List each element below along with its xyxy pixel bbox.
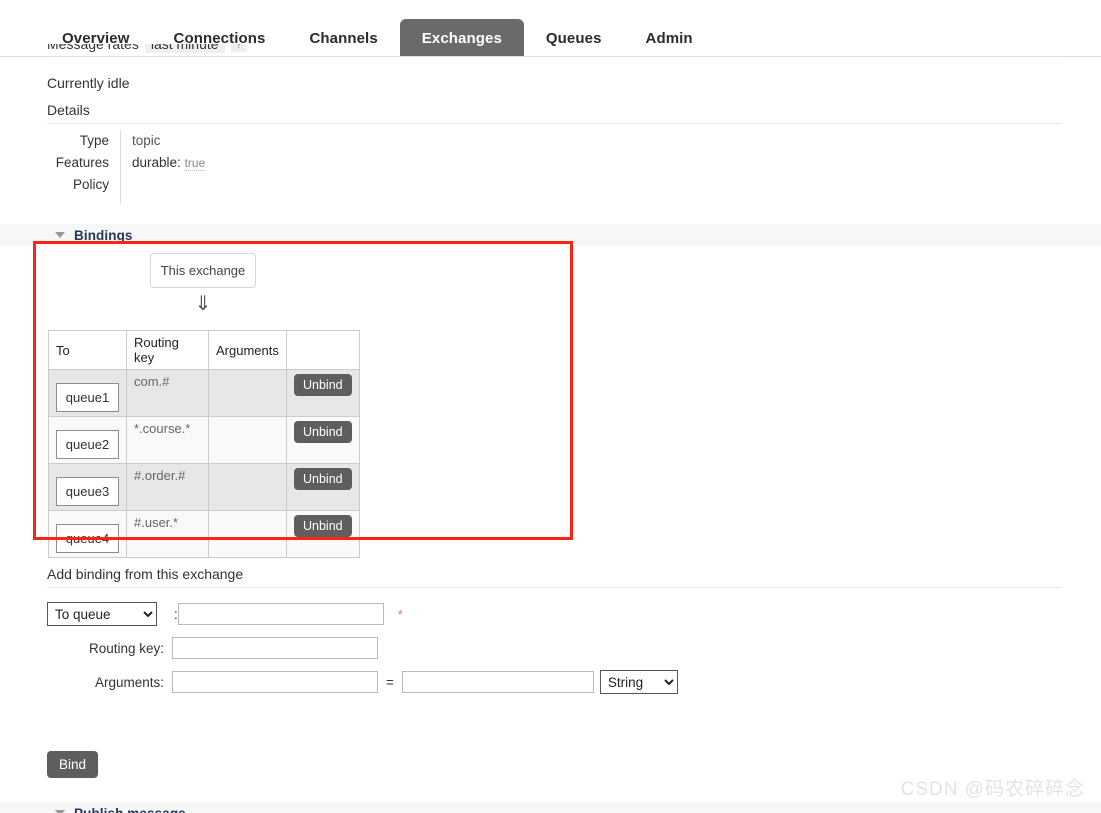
required-marker: * — [397, 606, 403, 622]
binding-action-cell: Unbind — [286, 416, 360, 464]
this-exchange-node[interactable]: This exchange — [150, 253, 256, 288]
detail-row-features: Features durable: true — [47, 152, 320, 174]
destination-input[interactable] — [177, 603, 384, 625]
table-row: queue4 #.user.* Unbind — [48, 510, 360, 558]
routing-key-input[interactable] — [172, 637, 378, 659]
detail-row-type: Type topic — [47, 130, 320, 152]
message-rates-period[interactable]: last minute — [144, 44, 225, 53]
table-row: queue2 *.course.* Unbind — [48, 416, 360, 464]
arguments-row: Arguments: = String — [47, 668, 678, 696]
table-row: queue3 #.order.# Unbind — [48, 463, 360, 511]
publish-message-section-title: Publish message — [74, 805, 186, 813]
rabbitmq-management-page: Overview Connections Channels Exchanges … — [0, 0, 1101, 813]
watermark: CSDN @码农碎碎念 — [900, 779, 1085, 800]
routing-key-row: Routing key: — [47, 634, 678, 662]
detail-row-policy: Policy — [47, 174, 320, 204]
table-row: queue1 com.# Unbind — [48, 369, 360, 417]
binding-to-cell: queue1 — [48, 369, 127, 417]
argument-value-input[interactable] — [401, 671, 594, 693]
destination-type-select[interactable]: To queue — [47, 602, 157, 626]
binding-action-cell: Unbind — [286, 463, 360, 511]
column-header-to: To — [48, 330, 127, 370]
feature-value-durable: true — [184, 156, 206, 171]
add-binding-form: To queue : * Routing key: Arguments: = S… — [47, 600, 678, 702]
binding-to-cell: queue3 — [48, 463, 127, 511]
details-table: Type topic Features durable: true Policy — [47, 130, 320, 204]
unbind-button[interactable]: Unbind — [294, 374, 352, 396]
flow-arrow-down-icon: ⇓ — [194, 293, 212, 315]
triangle-down-icon — [55, 232, 65, 238]
feature-name-durable: durable: — [132, 155, 181, 170]
binding-arguments-cell — [208, 510, 287, 558]
bindings-section-header[interactable]: Bindings — [0, 224, 1101, 246]
binding-action-cell: Unbind — [286, 510, 360, 558]
detail-key-policy: Policy — [72, 177, 109, 192]
queue-link-queue2[interactable]: queue2 — [56, 430, 119, 459]
publish-message-section-header[interactable]: Publish message — [0, 802, 1101, 813]
arguments-label: Arguments: — [94, 674, 164, 690]
unbind-button[interactable]: Unbind — [294, 515, 352, 537]
unbind-button[interactable]: Unbind — [294, 421, 352, 443]
equals-sign: = — [386, 674, 394, 690]
binding-to-cell: queue2 — [48, 416, 127, 464]
help-icon[interactable]: ? — [230, 44, 248, 52]
binding-routing-key-cell: #.user.* — [126, 510, 209, 558]
rates-divider — [47, 56, 1061, 57]
unbind-button[interactable]: Unbind — [294, 468, 352, 490]
idle-status-text: Currently idle — [47, 75, 130, 91]
bindings-table-header-row: To Routing key Arguments — [48, 330, 360, 370]
details-divider — [47, 123, 1061, 124]
binding-action-cell: Unbind — [286, 369, 360, 417]
detail-value-type: topic — [120, 130, 320, 152]
queue-link-queue3[interactable]: queue3 — [56, 477, 119, 506]
binding-routing-key-cell: #.order.# — [126, 463, 209, 511]
queue-link-queue1[interactable]: queue1 — [56, 383, 119, 412]
column-header-actions — [286, 330, 360, 370]
add-binding-divider — [47, 587, 1061, 588]
add-binding-heading: Add binding from this exchange — [47, 566, 244, 582]
column-header-arguments: Arguments — [208, 330, 287, 370]
binding-routing-key-cell: *.course.* — [126, 416, 209, 464]
bindings-table: To Routing key Arguments queue1 com.# Un… — [48, 330, 360, 558]
details-heading: Details — [47, 102, 90, 118]
binding-arguments-cell — [208, 416, 287, 464]
binding-to-cell: queue4 — [48, 510, 127, 558]
queue-link-queue4[interactable]: queue4 — [56, 524, 119, 553]
destination-row: To queue : * — [47, 600, 678, 628]
binding-routing-key-cell: com.# — [126, 369, 209, 417]
binding-arguments-cell — [208, 369, 287, 417]
bind-button[interactable]: Bind — [47, 751, 99, 778]
routing-key-label: Routing key: — [88, 640, 164, 656]
detail-value-features: durable: true — [120, 152, 320, 174]
binding-arguments-cell — [208, 463, 287, 511]
argument-key-input[interactable] — [172, 671, 378, 693]
detail-key-type: Type — [79, 133, 109, 148]
argument-type-select[interactable]: String — [599, 670, 678, 694]
detail-key-features: Features — [55, 155, 109, 170]
detail-value-policy — [120, 174, 320, 204]
message-rates-label: Message rates — [47, 44, 139, 52]
bindings-section-title: Bindings — [74, 227, 133, 243]
column-header-routing-key: Routing key — [126, 330, 209, 370]
